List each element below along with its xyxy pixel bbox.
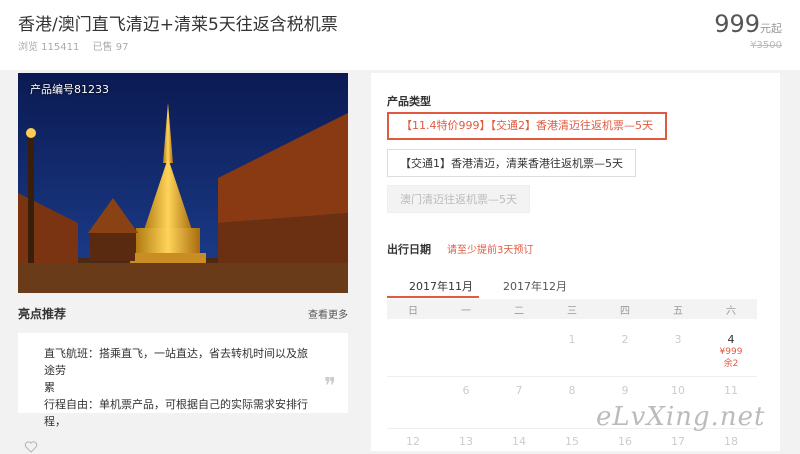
price-block: 999元起 ¥3500 (714, 10, 782, 51)
date-hint: 请至少提前3天预订 (447, 245, 534, 256)
heart-icon[interactable] (24, 440, 38, 454)
price-value: 999 (714, 10, 760, 38)
calendar-day: 18 (724, 435, 738, 448)
product-option-2[interactable]: 【交通1】香港清迈，清莱香港往返机票—5天 (387, 149, 636, 177)
sold-count: 已售 97 (92, 42, 129, 53)
price-unit: 元起 (760, 22, 782, 35)
weekday: 三 (567, 306, 577, 317)
active-tab-underline (387, 296, 479, 298)
weekday: 日 (408, 306, 418, 317)
weekday: 二 (514, 306, 524, 317)
weekday: 六 (726, 306, 736, 317)
weekday: 四 (620, 306, 630, 317)
calendar-day: 3 (674, 333, 682, 346)
product-option-3[interactable]: 澳门清迈往返机票—5天 (387, 185, 530, 213)
stats: 浏览 115411 已售 97 (18, 38, 138, 53)
day-remaining: 余2 (723, 359, 739, 369)
weekday: 一 (461, 306, 471, 317)
highlights-header: 亮点推荐 查看更多 (18, 293, 348, 329)
highlight-line: 行程自由：单机票产品，可根据自己的实际需求安排行程， (44, 398, 308, 428)
calendar-day: 17 (671, 435, 685, 448)
highlight-line: 直飞航班：搭乘直飞，一站直达，省去转机时间以及旅途劳 (44, 347, 308, 377)
see-more-link[interactable]: 查看更多 (308, 306, 348, 321)
date-label: 出行日期 (387, 243, 431, 256)
calendar-day: 16 (618, 435, 632, 448)
calendar-day: 6 (462, 384, 470, 397)
product-type-label: 产品类型 (387, 95, 431, 108)
calendar-day: 1 (568, 333, 576, 346)
weekday: 五 (673, 306, 683, 317)
tab-month-nov[interactable]: 2017年11月 (409, 278, 473, 294)
calendar-day: 8 (568, 384, 576, 397)
day-price: ¥999 (719, 347, 743, 357)
calendar-day: 10 (671, 384, 685, 397)
calendar-day-available[interactable]: 4 ¥999 余2 (705, 333, 757, 370)
highlights-title: 亮点推荐 (18, 307, 67, 321)
tab-month-dec[interactable]: 2017年12月 (503, 278, 567, 294)
page-title: 香港/澳门直飞清迈+清莱5天往返含税机票 (18, 15, 338, 35)
temple-illustration (18, 73, 348, 293)
booking-panel: 产品类型 【11.4特价999】【交通2】香港清迈往返机票—5天 【交通1】香港… (371, 73, 780, 451)
row-divider (387, 376, 757, 377)
weekday-header: 日 一 二 三 四 五 六 (387, 299, 757, 319)
product-code: 产品编号81233 (30, 83, 109, 96)
highlights-box: 直飞航班：搭乘直飞，一站直达，省去转机时间以及旅途劳 累 行程自由：单机票产品，… (18, 333, 348, 428)
calendar-day: 2 (621, 333, 629, 346)
view-count: 浏览 115411 (18, 42, 80, 53)
calendar-day: 7 (515, 384, 523, 397)
calendar-day: 12 (406, 435, 420, 448)
header: 香港/澳门直飞清迈+清莱5天往返含税机票 浏览 115411 已售 97 999… (0, 0, 800, 70)
product-photo[interactable]: 产品编号81233 (18, 73, 348, 293)
calendar-day: 11 (724, 384, 738, 397)
calendar-day: 13 (459, 435, 473, 448)
calendar-day: 9 (621, 384, 629, 397)
calendar-day: 15 (565, 435, 579, 448)
left-column: 产品编号81233 亮点推荐 查看更多 直飞航班：搭乘直飞，一站直达，省去转机时… (18, 73, 348, 428)
original-price: ¥3500 (750, 40, 782, 51)
highlight-line: 累 (44, 381, 55, 394)
watermark: eLvXing.net (596, 402, 766, 432)
quote-icon: ❞ (324, 374, 336, 399)
day-number: 4 (727, 333, 735, 346)
product-option-1[interactable]: 【11.4特价999】【交通2】香港清迈往返机票—5天 (387, 112, 667, 140)
calendar-day: 14 (512, 435, 526, 448)
